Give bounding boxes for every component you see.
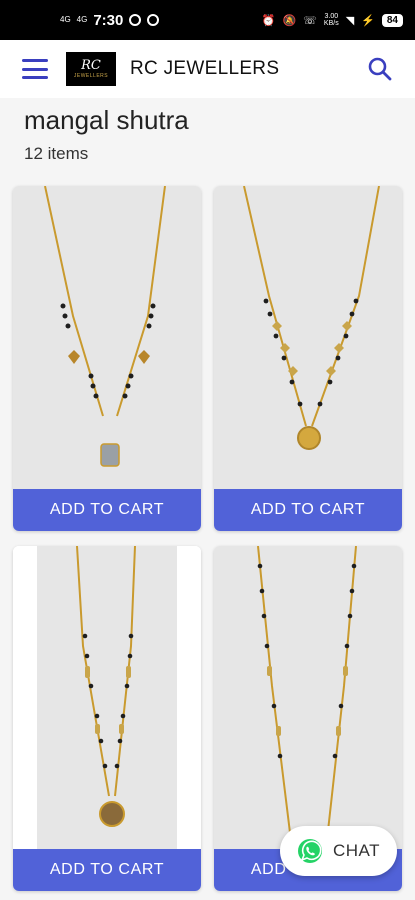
add-to-cart-button[interactable]: ADD TO CART	[214, 489, 402, 531]
status-bar: 4G 4G 7:30 ⏰ 🔕 ☏ 3.00 KB/s ◥ ⚡ 84	[0, 0, 415, 40]
product-card[interactable]: ADD TO CART	[13, 186, 201, 531]
charging-icon: ⚡	[361, 14, 375, 27]
brand-name: RC JEWELLERS	[130, 58, 280, 79]
product-card[interactable]: ADD TO CART	[13, 546, 201, 891]
add-to-cart-button[interactable]: ADD TO CART	[13, 849, 201, 891]
search-icon[interactable]	[367, 56, 393, 82]
brand-logo: RC JEWELLERS	[66, 52, 116, 86]
clock: 7:30	[93, 11, 124, 29]
signal-icon-2: 4G	[76, 15, 88, 24]
item-count: 12 items	[24, 144, 89, 163]
product-image[interactable]	[214, 546, 402, 850]
wifi-call-icon: ☏	[303, 14, 317, 27]
app-bar: RC JEWELLERS RC JEWELLERS	[0, 40, 415, 98]
battery-indicator: 84	[381, 13, 403, 27]
notification-icon	[129, 14, 142, 26]
chat-notification-icon	[147, 14, 160, 26]
mute-icon: 🔕	[282, 14, 297, 27]
chat-label: CHAT	[332, 841, 380, 860]
product-image[interactable]	[13, 186, 201, 489]
page-title: mangal shutra	[24, 105, 189, 135]
whatsapp-icon	[297, 839, 322, 863]
wifi-icon: ◥	[345, 14, 355, 27]
product-image[interactable]	[214, 186, 402, 489]
product-image[interactable]	[13, 546, 201, 849]
network-speed: 3.00 KB/s	[323, 13, 339, 27]
signal-icon-1: 4G	[60, 15, 71, 24]
add-to-cart-button[interactable]: ADD TO CART	[13, 489, 201, 531]
whatsapp-chat-button[interactable]: CHAT	[280, 826, 397, 876]
hamburger-menu-icon[interactable]	[22, 59, 48, 79]
alarm-icon: ⏰	[261, 14, 276, 27]
product-card[interactable]: ADD TO CART	[214, 186, 402, 531]
